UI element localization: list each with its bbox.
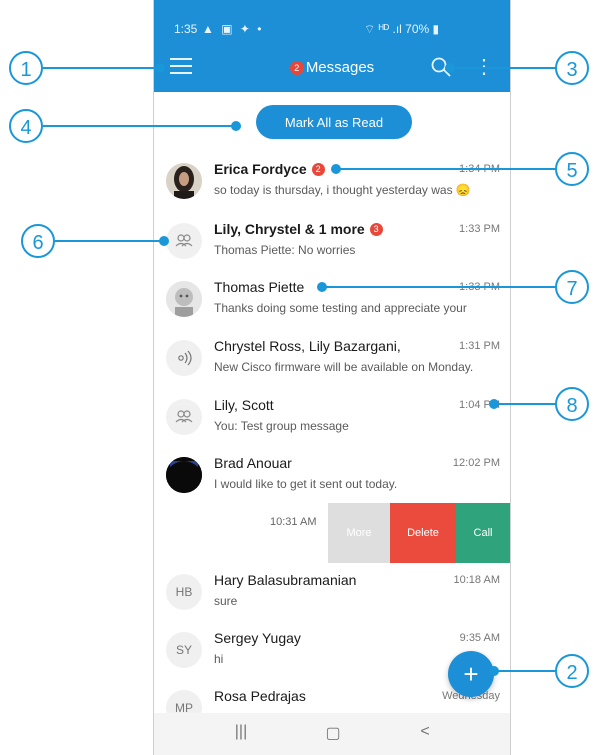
callout-4: 4 bbox=[9, 109, 43, 143]
callout-7: 7 bbox=[555, 270, 589, 304]
callout-3: 3 bbox=[555, 51, 589, 85]
callout-connectors bbox=[43, 63, 555, 676]
callout-5: 5 bbox=[555, 152, 589, 186]
callout-2: 2 bbox=[555, 654, 589, 688]
callout-6: 6 bbox=[21, 224, 55, 258]
callout-1: 1 bbox=[9, 51, 43, 85]
callout-8: 8 bbox=[555, 387, 589, 421]
